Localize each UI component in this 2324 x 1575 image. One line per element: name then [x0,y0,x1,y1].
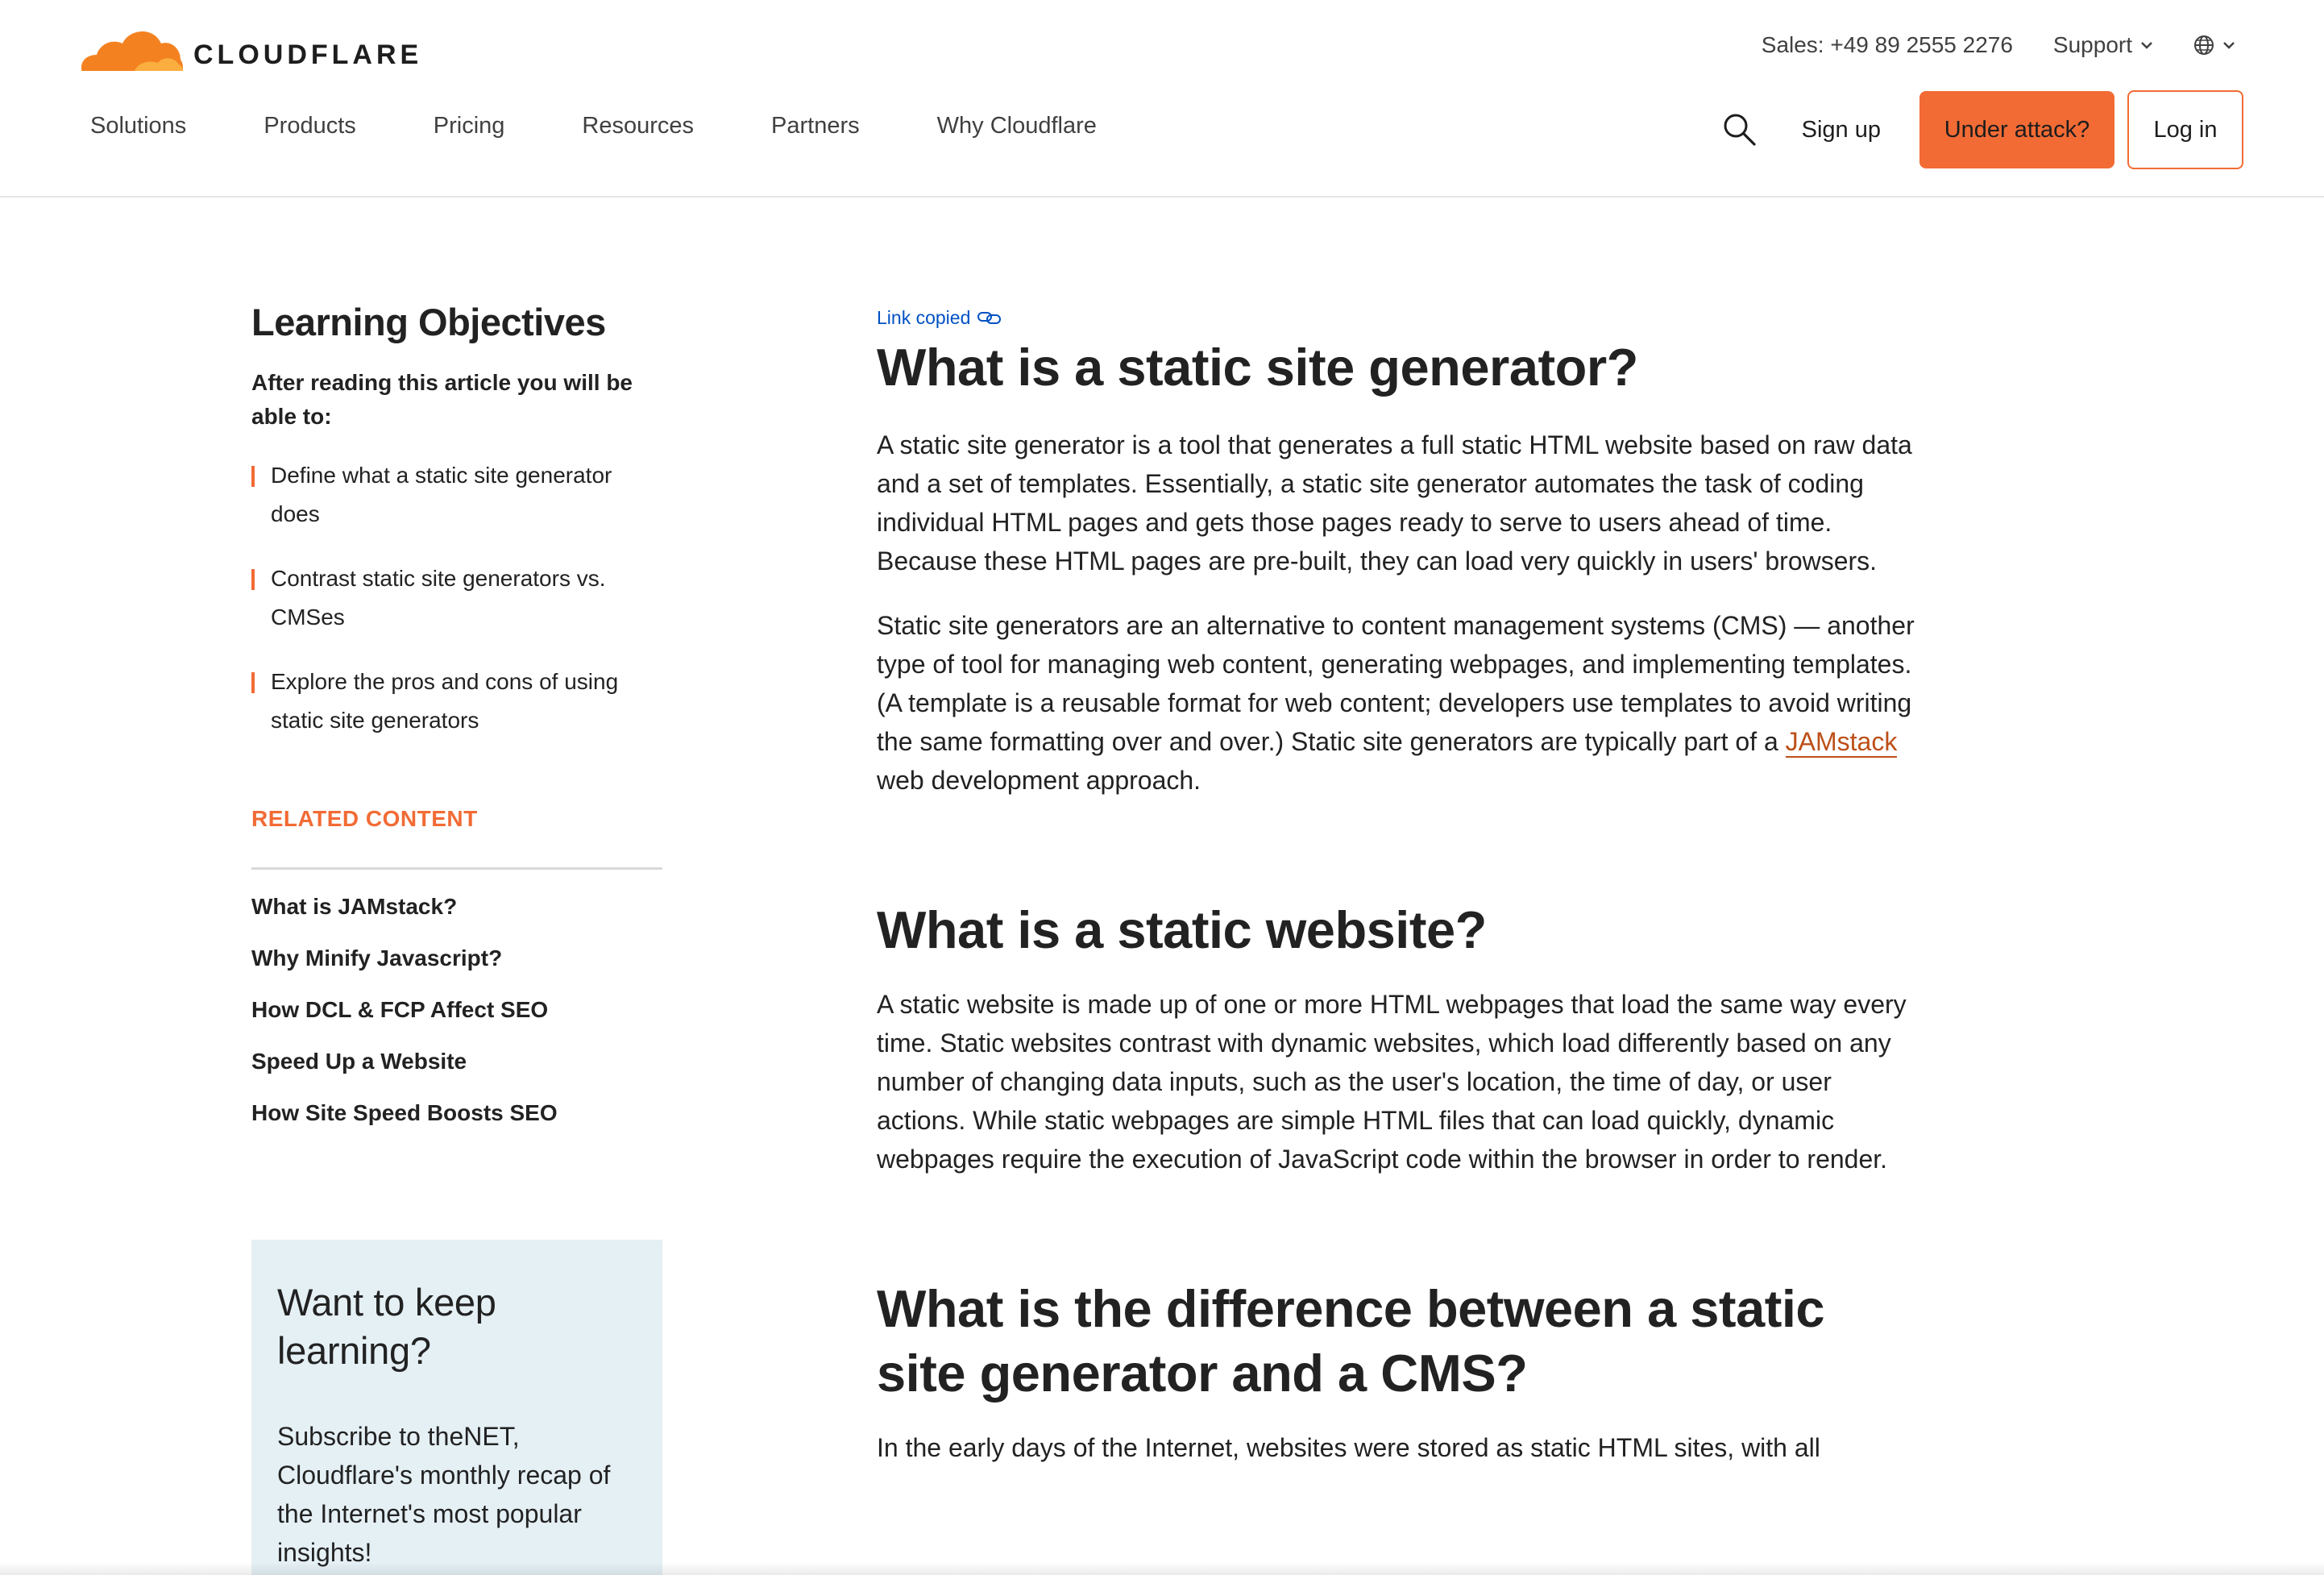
objective-item: Define what a static site generator does [251,456,654,534]
article-paragraph: In the early days of the Internet, websi… [877,1433,1820,1462]
sales-phone[interactable]: Sales: +49 89 2555 2276 [1762,32,2013,58]
related-link[interactable]: What is JAMstack? [251,891,664,923]
paragraph-text: web development approach. [877,766,1201,795]
related-link[interactable]: How Site Speed Boosts SEO [251,1097,664,1129]
link-icon [977,312,1002,324]
article-paragraph: A static website is made up of one or mo… [877,990,1907,1174]
section-heading: What is a static website? [877,900,1487,959]
newsletter-promo: Want to keep learning? Subscribe to theN… [251,1240,662,1575]
related-link[interactable]: Why Minify Javascript? [251,942,664,975]
globe-icon [2194,35,2214,55]
related-content-title: RELATED CONTENT [251,806,662,870]
log-in-button[interactable]: Log in [2127,90,2243,169]
language-selector[interactable] [2193,35,2235,56]
chevron-down-icon [2223,42,2235,49]
cloudflare-logo[interactable]: CLOUDFLARE [77,18,422,74]
nav-item-pricing[interactable]: Pricing [434,113,505,139]
nav-item-resources[interactable]: Resources [582,113,694,139]
section-difference: What is the difference between a static … [877,1277,1924,1467]
section-heading: What is the difference between a static … [877,1279,1825,1403]
article-content: Link copied What is a static site genera… [877,305,1924,1467]
link-copied-notice[interactable]: Link copied [877,305,1924,330]
utility-bar: Sales: +49 89 2555 2276 Support [1762,32,2235,58]
nav-actions: Sign up Under attack? Log in [1720,90,2243,169]
article-paragraph: Static site generators are an alternativ… [877,606,1916,800]
article-title: What is a static site generator? [877,338,1638,397]
related-link[interactable]: How DCL & FCP Affect SEO [251,994,664,1026]
paragraph-text: Static site generators are an alternativ… [877,611,1915,756]
link-copied-label: Link copied [877,306,971,328]
site-header: CLOUDFLARE Sales: +49 89 2555 2276 Suppo… [0,0,2324,197]
under-attack-button[interactable]: Under attack? [1919,91,2114,168]
objective-item: Explore the pros and cons of using stati… [251,663,654,740]
related-link[interactable]: Speed Up a Website [251,1045,664,1078]
page: CLOUDFLARE Sales: +49 89 2555 2276 Suppo… [0,0,2324,1575]
chevron-down-icon [2141,42,2152,49]
nav-item-solutions[interactable]: Solutions [90,113,186,139]
nav-item-products[interactable]: Products [264,113,355,139]
learning-sidebar: Learning Objectives After reading this a… [251,298,664,1149]
objective-item: Contrast static site generators vs. CMSe… [251,559,654,637]
search-button[interactable] [1720,110,1760,150]
learning-objectives-title: Learning Objectives [251,301,606,343]
search-icon [1724,114,1756,146]
nav-item-partners[interactable]: Partners [771,113,860,139]
support-label: Support [2052,32,2132,57]
learning-objectives-list: Define what a static site generator does… [251,456,664,740]
jamstack-link[interactable]: JAMstack [1785,727,1898,758]
section-static-website: What is a static website? A static websi… [877,898,1924,1178]
promo-title: Want to keep learning? [277,1281,496,1372]
article-paragraph: A static site generator is a tool that g… [877,430,1912,576]
cloudflare-cloud-icon [77,31,185,74]
promo-text: Subscribe to theNET, Cloudflare's monthl… [277,1422,611,1567]
sign-up-link[interactable]: Sign up [1802,117,1881,143]
related-content-list: What is JAMstack? Why Minify Javascript?… [251,891,664,1129]
nav-item-why-cloudflare[interactable]: Why Cloudflare [937,113,1097,139]
viewport-bottom-shadow [0,1562,2324,1575]
main-nav: Solutions Products Pricing Resources Par… [90,113,1097,139]
logo-wordmark: CLOUDFLARE [193,39,423,70]
learning-objectives-intro: After reading this article you will be a… [251,370,633,429]
support-menu[interactable]: Support [2053,32,2153,58]
